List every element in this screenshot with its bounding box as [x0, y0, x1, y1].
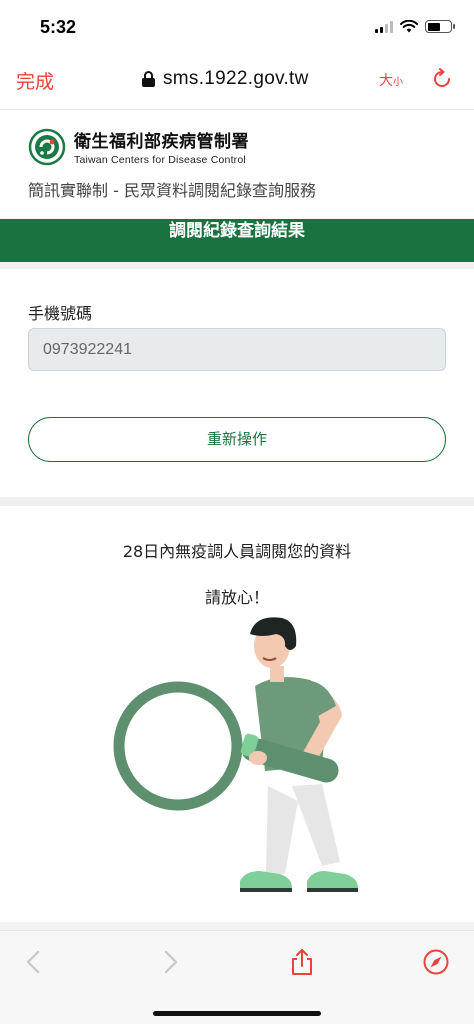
result-banner: 調閱紀錄查詢結果 [0, 219, 474, 262]
lock-icon [142, 71, 155, 87]
forward-icon[interactable] [156, 948, 184, 976]
restart-button[interactable]: 重新操作 [28, 417, 446, 462]
result-message: 28日內無疫調人員調閱您的資料 [122, 542, 352, 561]
brand-name: 衛生福利部疾病管制署 [74, 132, 249, 152]
text-size-button[interactable]: 大小 [379, 70, 403, 90]
battery-icon [425, 20, 455, 33]
back-icon[interactable] [20, 948, 48, 976]
reload-icon[interactable] [431, 68, 453, 90]
home-indicator [153, 1011, 321, 1016]
signal-icon [375, 20, 393, 33]
status-icons [375, 20, 455, 33]
text-size-small: 小 [393, 77, 403, 88]
share-icon[interactable] [288, 948, 316, 976]
phone-label: 手機號碼 [28, 304, 93, 323]
status-time: 5:32 [40, 17, 77, 37]
address-bar[interactable]: sms.1922.gov.tw [142, 68, 309, 90]
magnifier-person-illustration [113, 617, 358, 892]
text-size-large: 大 [379, 73, 393, 89]
brand-logo-row[interactable]: 衛生福利部疾病管制署 Taiwan Centers for Disease Co… [28, 127, 249, 166]
browser-toolbar [0, 930, 474, 1024]
phone-number-field[interactable]: 0973922241 [28, 328, 446, 371]
site-header: 衛生福利部疾病管制署 Taiwan Centers for Disease Co… [0, 111, 474, 219]
service-title: 簡訊實聯制 - 民眾資料調閱紀錄查詢服務 [28, 181, 316, 200]
result-message-card: 28日內無疫調人員調閱您的資料 請放心！ [0, 506, 474, 922]
section-divider [0, 922, 474, 930]
browser-bar: 完成 sms.1922.gov.tw 大小 [0, 56, 474, 110]
compass-icon[interactable] [422, 948, 450, 976]
url-text: sms.1922.gov.tw [163, 68, 309, 89]
section-divider [0, 262, 474, 269]
done-button[interactable]: 完成 [16, 67, 54, 94]
reassurance-message: 請放心！ [204, 588, 269, 607]
status-bar: 5:32 [0, 0, 474, 56]
section-divider [0, 497, 474, 506]
phone-card: 手機號碼 0973922241 重新操作 [0, 269, 474, 497]
brand-subtitle: Taiwan Centers for Disease Control [74, 154, 246, 166]
cdc-logo [28, 128, 66, 165]
wifi-icon [400, 20, 418, 33]
